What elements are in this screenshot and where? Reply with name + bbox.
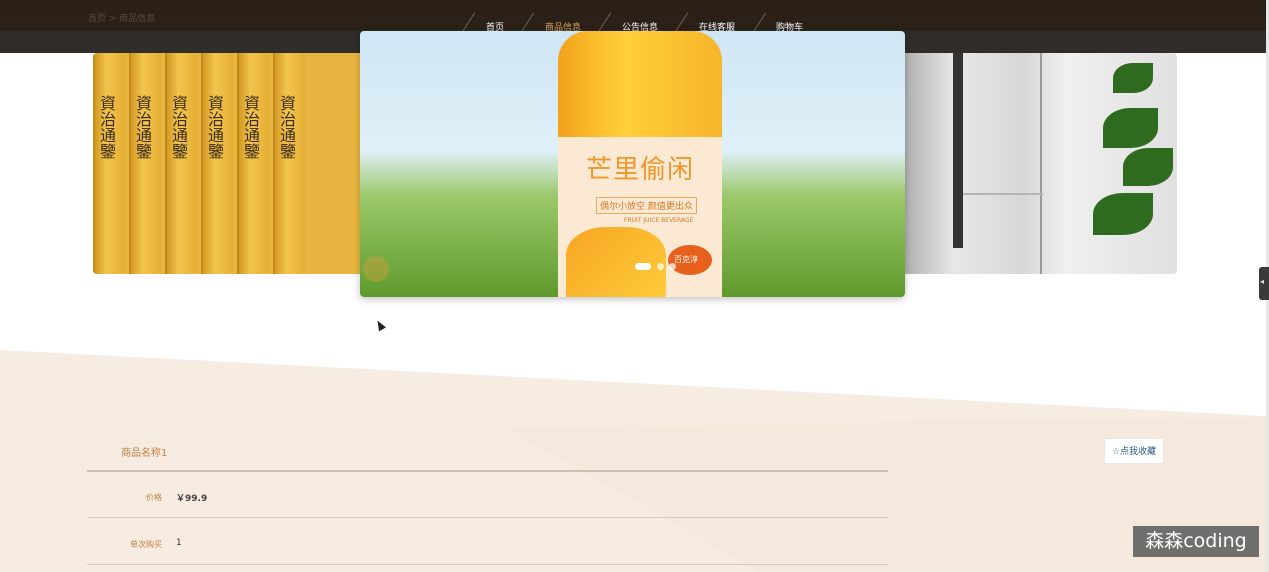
fridge-divider xyxy=(963,193,1043,195)
carousel-dot[interactable] xyxy=(669,263,676,270)
brand-badge: 百克淳 xyxy=(668,245,712,275)
product-english-label: FRUIT JUICE BEVERAGE xyxy=(624,217,694,224)
product-slogan-title: 芒里偷闲 xyxy=(586,155,695,185)
divider xyxy=(87,470,888,472)
chevron-left-icon: ◂ xyxy=(1260,277,1265,286)
product-name: 商品名称1 xyxy=(121,448,168,459)
plant-leaf xyxy=(1093,193,1153,235)
book-spine: 資治通鑒 xyxy=(201,53,233,274)
book-spine: 資治通鑒 xyxy=(237,53,269,274)
divider xyxy=(87,564,888,565)
price-value: ￥99.9 xyxy=(176,494,208,504)
plant-leaf xyxy=(1113,63,1153,93)
product-slogan-subtitle: 偶尔小放空 颜值更出众 xyxy=(596,197,697,214)
plant-leaf xyxy=(1123,148,1173,186)
mouse-cursor-icon xyxy=(374,318,386,332)
book-spine: 資治通鑒 xyxy=(165,53,197,274)
carousel-dot[interactable] xyxy=(657,263,664,270)
book-spine: 資治通鑒 xyxy=(129,53,161,274)
book-spine: 資治通鑒 xyxy=(273,53,305,274)
plant-leaf xyxy=(1103,108,1158,148)
side-collapse-tab[interactable]: ◂ xyxy=(1259,267,1269,300)
bottle-label: 芒里偷闲 偶尔小放空 颜值更出众 FRUIT JUICE BEVERAGE 百克… xyxy=(558,137,722,297)
fridge-handle xyxy=(953,53,963,248)
watermark: 森森coding xyxy=(1133,526,1259,557)
purchase-limit-label: 单次购买 xyxy=(130,540,162,549)
fridge-edge xyxy=(1040,53,1042,274)
book-spine: 資治通鑒 xyxy=(93,53,125,274)
carousel-slide-books[interactable]: 資治通鑒 資治通鑒 資治通鑒 資治通鑒 資治通鑒 資治通鑒 xyxy=(93,53,373,274)
price-label: 价格 xyxy=(146,493,162,502)
mango-image xyxy=(566,227,666,297)
carousel-prev-button[interactable] xyxy=(363,256,389,282)
divider xyxy=(87,517,888,518)
juice-bottle: 芒里偷闲 偶尔小放空 颜值更出众 FRUIT JUICE BEVERAGE 百克… xyxy=(558,31,722,297)
favorite-button[interactable]: ☆点我收藏 xyxy=(1104,438,1164,464)
carousel-slide-fridge[interactable] xyxy=(898,53,1177,274)
carousel-dot[interactable] xyxy=(635,263,651,270)
purchase-limit-value: 1 xyxy=(176,538,182,548)
carousel-slide-juice[interactable]: 芒里偷闲 偶尔小放空 颜值更出众 FRUIT JUICE BEVERAGE 百克… xyxy=(360,31,905,297)
